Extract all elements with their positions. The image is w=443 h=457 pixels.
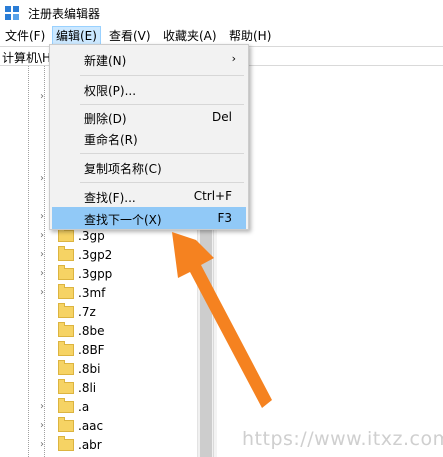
menu-item-shortcut: Ctrl+F bbox=[193, 189, 232, 203]
menu-favorites[interactable]: 收藏夹(A) bbox=[160, 26, 220, 46]
menu-separator bbox=[80, 153, 244, 154]
expand-icon[interactable]: › bbox=[40, 439, 50, 451]
expand-icon[interactable]: › bbox=[40, 249, 50, 261]
submenu-arrow-icon: › bbox=[231, 52, 236, 65]
folder-icon bbox=[58, 303, 74, 318]
expand-icon[interactable]: › bbox=[40, 287, 50, 299]
folder-icon bbox=[58, 341, 74, 356]
expand-icon[interactable]: › bbox=[40, 268, 50, 280]
tree-item-label: .3mf bbox=[78, 286, 106, 300]
registry-editor-icon bbox=[5, 6, 19, 20]
tree-item-label: .7z bbox=[78, 305, 96, 319]
expand-icon[interactable]: › bbox=[40, 420, 50, 432]
title-bar: 注册表编辑器 bbox=[0, 0, 443, 26]
tree-item-label: .8BF bbox=[78, 343, 105, 357]
tree-item-label: .3gp bbox=[78, 229, 105, 243]
tree-item-label: .8li bbox=[78, 381, 97, 395]
menu-item-shortcut: Del bbox=[212, 110, 232, 124]
menu-help[interactable]: 帮助(H) bbox=[226, 26, 274, 46]
folder-icon bbox=[58, 436, 74, 451]
menu-item-label: 查找(F)... bbox=[84, 191, 136, 205]
menu-view[interactable]: 查看(V) bbox=[106, 26, 154, 46]
menu-separator bbox=[80, 104, 244, 105]
folder-icon bbox=[58, 246, 74, 261]
menu-item-label: 复制项名称(C) bbox=[84, 162, 162, 176]
folder-icon bbox=[58, 398, 74, 413]
menu-separator bbox=[80, 75, 244, 76]
address-path: 计算机\H bbox=[2, 51, 52, 65]
tree-guide-line-outer bbox=[28, 66, 29, 457]
menu-item-shortcut: F3 bbox=[217, 211, 232, 225]
window-title: 注册表编辑器 bbox=[28, 7, 101, 21]
menu-item-label: 删除(D) bbox=[84, 112, 127, 126]
menu-item-label: 权限(P)... bbox=[84, 84, 137, 98]
menu-item-new[interactable]: 新建(N) › bbox=[52, 48, 246, 70]
menu-item-find-next[interactable]: 查找下一个(X) F3 bbox=[52, 207, 246, 229]
folder-icon bbox=[58, 265, 74, 280]
tree-item-label: .a bbox=[78, 400, 90, 414]
watermark-text: https://www.itxz.com bbox=[242, 428, 443, 450]
menu-separator bbox=[80, 182, 244, 183]
tree-item-label: .aac bbox=[78, 419, 104, 433]
folder-icon bbox=[58, 322, 74, 337]
menu-item-permissions[interactable]: 权限(P)... bbox=[52, 78, 246, 100]
menu-edit[interactable]: 编辑(E) bbox=[52, 26, 101, 46]
expand-icon[interactable]: › bbox=[40, 230, 50, 242]
menu-item-find[interactable]: 查找(F)... Ctrl+F bbox=[52, 185, 246, 207]
expand-icon[interactable]: › bbox=[40, 401, 50, 413]
tree-item-label: .8be bbox=[78, 324, 105, 338]
menu-item-label: 重命名(R) bbox=[84, 133, 138, 147]
tree-guide-line bbox=[44, 66, 45, 457]
tree-item-label: .8bi bbox=[78, 362, 101, 376]
folder-icon bbox=[58, 379, 74, 394]
menu-item-label: 新建(N) bbox=[84, 54, 127, 68]
menu-file[interactable]: 文件(F) bbox=[2, 26, 48, 46]
folder-icon bbox=[58, 227, 74, 242]
folder-icon bbox=[58, 360, 74, 375]
tree-item-label: .abr bbox=[78, 438, 102, 452]
folder-icon bbox=[58, 417, 74, 432]
menu-item-rename[interactable]: 重命名(R) bbox=[52, 127, 246, 149]
tree-item-label: .3gpp bbox=[78, 267, 113, 281]
folder-icon bbox=[58, 284, 74, 299]
menu-item-copy-key-name[interactable]: 复制项名称(C) bbox=[52, 156, 246, 178]
menu-item-label: 查找下一个(X) bbox=[84, 213, 162, 227]
edit-menu-dropdown: 新建(N) › 权限(P)... 删除(D) Del 重命名(R) 复制项名称(… bbox=[49, 44, 249, 230]
tree-item-label: .3gp2 bbox=[78, 248, 113, 262]
menu-item-delete[interactable]: 删除(D) Del bbox=[52, 106, 246, 128]
menu-bar: 文件(F) 编辑(E) 查看(V) 收藏夹(A) 帮助(H) bbox=[0, 26, 443, 46]
